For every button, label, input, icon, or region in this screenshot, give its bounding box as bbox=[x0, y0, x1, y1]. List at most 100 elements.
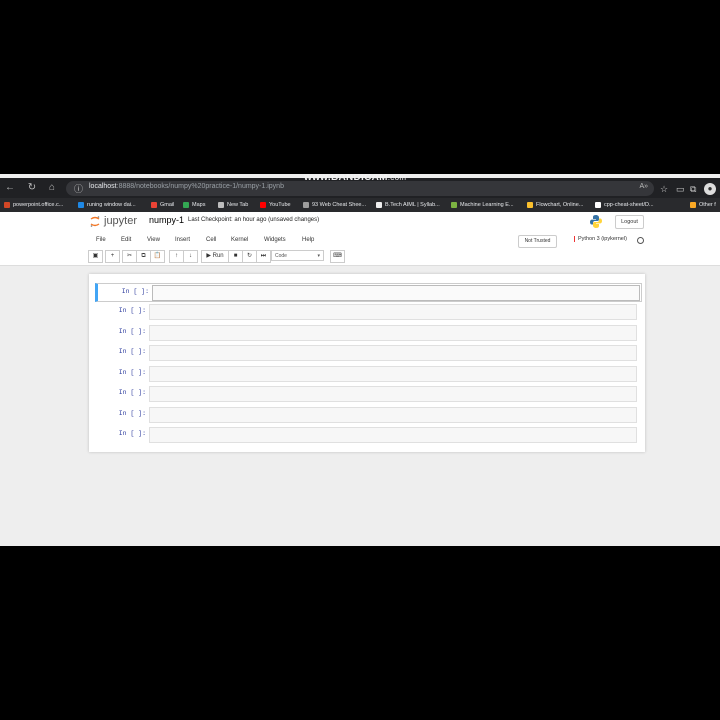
menu-widgets[interactable]: Widgets bbox=[264, 237, 286, 243]
not-trusted-button[interactable]: Not Trusted bbox=[518, 235, 557, 248]
save-icon[interactable]: ▣ bbox=[88, 250, 103, 263]
bookmark-item[interactable]: Flowchart, Online... bbox=[527, 200, 583, 210]
cell-input-area[interactable] bbox=[149, 406, 637, 423]
jupyter-logo-icon bbox=[90, 216, 100, 227]
reload-icon[interactable]: ↻ bbox=[26, 182, 38, 194]
code-cell[interactable]: In [ ]: bbox=[98, 324, 638, 341]
code-cell[interactable]: In [ ]: bbox=[98, 406, 638, 423]
cell-input-area[interactable] bbox=[149, 345, 637, 361]
cell-prompt: In [ ]: bbox=[121, 288, 149, 295]
bookmark-favicon-icon bbox=[376, 201, 382, 208]
move-down-icon[interactable]: ↓ bbox=[183, 250, 198, 263]
bookmark-favicon-icon bbox=[527, 201, 533, 208]
bookmark-label: Other f bbox=[699, 202, 716, 208]
code-cell[interactable]: In [ ]: bbox=[98, 427, 638, 443]
back-icon[interactable]: ← bbox=[4, 182, 16, 194]
cell-input-area[interactable] bbox=[149, 365, 637, 382]
notebook-panel: In [ ]: In [ ]: In [ ]: In [ ]: In [ ]: In [ … bbox=[89, 274, 645, 452]
address-bar[interactable]: ⓘ localhost:8888/notebooks/numpy%20pract… bbox=[66, 181, 654, 196]
favorites-icon[interactable]: ☆ bbox=[660, 184, 668, 195]
bookmark-item[interactable]: Other f bbox=[690, 200, 716, 210]
move-up-icon[interactable]: ↑ bbox=[169, 250, 184, 263]
bookmark-item[interactable]: Maps bbox=[183, 200, 205, 210]
bookmark-label: B.Tech AIML | Syllab... bbox=[385, 202, 440, 208]
menu-cell[interactable]: Cell bbox=[206, 237, 216, 243]
bookmark-item[interactable]: YouTube bbox=[260, 200, 291, 210]
copy-icon[interactable]: ⧉ bbox=[136, 250, 151, 263]
collections-icon[interactable]: ⧉ bbox=[690, 184, 696, 195]
bookmark-item[interactable]: runing window dai... bbox=[78, 200, 136, 210]
bookmark-item[interactable]: B.Tech AIML | Syllab... bbox=[376, 200, 440, 210]
save-status: (unsaved changes) bbox=[268, 217, 320, 223]
bookmark-favicon-icon bbox=[595, 201, 601, 208]
cell-input-area[interactable] bbox=[149, 427, 637, 443]
bookmark-item[interactable]: New Tab bbox=[218, 200, 248, 210]
bookmark-label: 93 Web Cheat Shee... bbox=[312, 202, 367, 208]
menu-kernel[interactable]: Kernel bbox=[231, 237, 248, 243]
bookmark-item[interactable]: powerpoint.office.c... bbox=[4, 200, 63, 210]
restart-run-all-icon[interactable]: ⏭ bbox=[256, 250, 271, 263]
menu-view[interactable]: View bbox=[147, 237, 160, 243]
bookmark-favicon-icon bbox=[260, 201, 266, 208]
cell-prompt: In [ ]: bbox=[118, 430, 146, 437]
notebook-name[interactable]: numpy-1 bbox=[149, 215, 184, 225]
cell-type-value: Code bbox=[275, 253, 287, 259]
command-palette-icon[interactable]: ⌨ bbox=[330, 250, 345, 263]
code-cell[interactable]: In [ ]: bbox=[98, 386, 638, 402]
menu-help[interactable]: Help bbox=[302, 237, 314, 243]
url-path: :8888/notebooks/numpy%20practice-1/numpy… bbox=[116, 183, 284, 190]
code-cell[interactable]: In [ ]: bbox=[98, 365, 638, 382]
bookmark-favicon-icon bbox=[218, 201, 224, 208]
cell-input-area[interactable] bbox=[152, 285, 640, 301]
bookmark-label: runing window dai... bbox=[87, 202, 136, 208]
cell-type-select[interactable]: Code ▾ bbox=[271, 250, 324, 261]
menu-insert[interactable]: Insert bbox=[175, 237, 190, 243]
cell-prompt: In [ ]: bbox=[118, 368, 146, 376]
bookmark-favicon-icon bbox=[690, 201, 696, 208]
bookmark-item[interactable]: cpp-cheat-sheet/D... bbox=[595, 200, 654, 210]
chevron-down-icon: ▾ bbox=[317, 253, 320, 259]
watermark-suffix: .com bbox=[387, 174, 407, 182]
interrupt-icon[interactable]: ■ bbox=[228, 250, 243, 263]
restart-icon[interactable]: ↻ bbox=[242, 250, 257, 263]
cell-input-area[interactable] bbox=[149, 386, 637, 402]
menu-edit[interactable]: Edit bbox=[121, 237, 131, 243]
code-cell[interactable]: In [ ]: bbox=[98, 304, 638, 320]
bookmark-label: Maps bbox=[192, 202, 206, 208]
cut-icon[interactable]: ✂ bbox=[122, 250, 137, 263]
bookmark-item[interactable]: Gmail bbox=[151, 200, 174, 210]
kernel-name[interactable]: Python 3 (ipykernel) bbox=[574, 236, 627, 242]
jupyter-header: jupyter numpy-1 Last Checkpoint: an hour… bbox=[0, 212, 720, 266]
logout-button[interactable]: Logout bbox=[615, 215, 644, 229]
cell-input-area[interactable] bbox=[149, 324, 637, 341]
cell-input-area[interactable] bbox=[149, 304, 637, 320]
code-cell[interactable]: In [ ]: bbox=[95, 283, 642, 302]
home-icon[interactable]: ⌂ bbox=[46, 182, 58, 194]
bookmark-label: Gmail bbox=[160, 202, 175, 208]
reader-mode-icon[interactable]: A» bbox=[639, 183, 648, 190]
checkpoint-label: Last Checkpoint: bbox=[188, 217, 233, 223]
bookmark-label: YouTube bbox=[269, 202, 291, 208]
paste-icon[interactable]: 📋 bbox=[150, 250, 165, 263]
site-info-icon[interactable]: ⓘ bbox=[74, 182, 83, 195]
url-host: localhost bbox=[89, 183, 117, 190]
bookmark-favicon-icon bbox=[78, 201, 84, 208]
bookmark-label: New Tab bbox=[227, 202, 249, 208]
bookmark-favicon-icon bbox=[4, 201, 10, 208]
menu-file[interactable]: File bbox=[96, 237, 106, 243]
split-screen-icon[interactable]: ▭ bbox=[676, 184, 685, 195]
bookmarks-bar: powerpoint.office.c... runing window dai.… bbox=[0, 198, 720, 212]
bookmark-item[interactable]: 93 Web Cheat Shee... bbox=[303, 200, 366, 210]
cell-prompt: In [ ]: bbox=[118, 348, 146, 355]
recording-watermark: www.BANDICAM.com bbox=[304, 174, 406, 183]
run-button[interactable]: ▶ Run bbox=[201, 250, 229, 263]
kernel-status-icon bbox=[637, 237, 644, 244]
code-cell[interactable]: In [ ]: bbox=[98, 345, 638, 361]
menu-bar: File Edit View Insert Cell Kernel Widgets Help bbox=[88, 234, 644, 248]
bookmark-item[interactable]: Machine Learning E... bbox=[451, 200, 514, 210]
watermark-main: www.BANDICAM bbox=[304, 174, 388, 183]
bookmark-label: cpp-cheat-sheet/D... bbox=[604, 202, 654, 208]
run-label: Run bbox=[212, 253, 224, 259]
profile-avatar[interactable]: ● bbox=[704, 183, 716, 195]
insert-cell-icon[interactable]: + bbox=[105, 250, 120, 263]
